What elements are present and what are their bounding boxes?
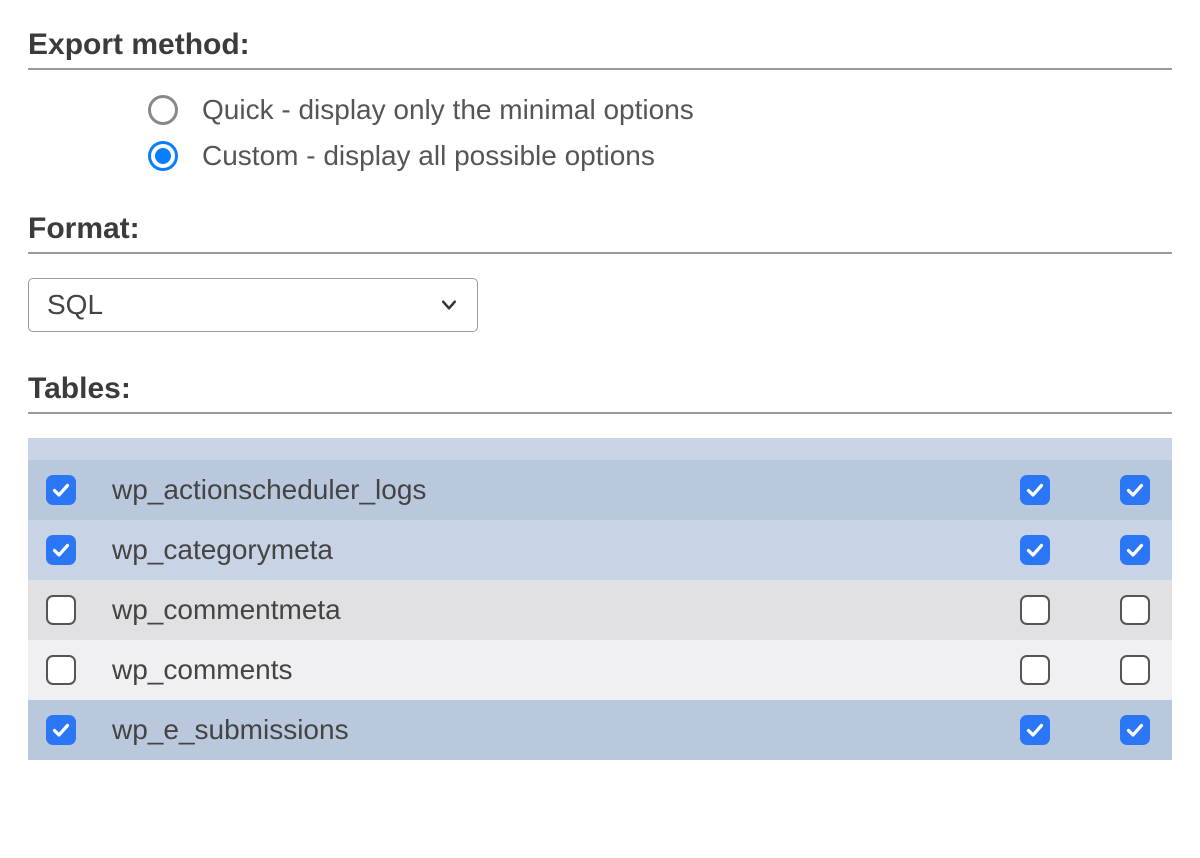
table-row[interactable]: wp_e_submissions <box>28 700 1172 760</box>
table-row[interactable]: wp_actionscheduler_logs <box>28 460 1172 520</box>
checkbox-structure-3[interactable] <box>1020 655 1050 685</box>
tables-heading: Tables: <box>28 372 1172 414</box>
checkmark-icon <box>1125 480 1145 500</box>
checkmark-icon <box>1025 480 1045 500</box>
checkmark-icon <box>1125 540 1145 560</box>
row-right-checks <box>1020 595 1152 625</box>
checkbox-data-3[interactable] <box>1120 655 1150 685</box>
export-method-heading: Export method: <box>28 28 1172 70</box>
checkbox-structure-4[interactable] <box>1020 715 1050 745</box>
format-select[interactable]: SQL <box>28 278 478 332</box>
checkbox-select-3[interactable] <box>46 655 76 685</box>
row-right-checks <box>1020 535 1152 565</box>
table-name: wp_actionscheduler_logs <box>94 474 1002 506</box>
checkmark-icon <box>51 480 71 500</box>
format-select-value: SQL <box>47 289 103 321</box>
radio-checked-icon[interactable] <box>148 141 178 171</box>
export-method-custom-row[interactable]: Custom - display all possible options <box>148 140 1172 172</box>
table-name: wp_categorymeta <box>94 534 1002 566</box>
checkbox-select-0[interactable] <box>46 475 76 505</box>
checkbox-data-2[interactable] <box>1120 595 1150 625</box>
table-name: wp_e_submissions <box>94 714 1002 746</box>
export-method-radio-group: Quick - display only the minimal options… <box>28 94 1172 172</box>
checkbox-select-4[interactable] <box>46 715 76 745</box>
checkbox-structure-0[interactable] <box>1020 475 1050 505</box>
checkbox-select-2[interactable] <box>46 595 76 625</box>
row-right-checks <box>1020 715 1152 745</box>
table-list-header-sliver <box>28 438 1172 460</box>
checkmark-icon <box>1125 720 1145 740</box>
checkmark-icon <box>51 540 71 560</box>
table-name: wp_commentmeta <box>94 594 1002 626</box>
checkbox-structure-2[interactable] <box>1020 595 1050 625</box>
export-method-quick-label: Quick - display only the minimal options <box>202 94 694 126</box>
checkbox-structure-1[interactable] <box>1020 535 1050 565</box>
export-method-quick-row[interactable]: Quick - display only the minimal options <box>148 94 1172 126</box>
checkbox-data-4[interactable] <box>1120 715 1150 745</box>
table-row[interactable]: wp_categorymeta <box>28 520 1172 580</box>
checkbox-select-1[interactable] <box>46 535 76 565</box>
tables-list: wp_actionscheduler_logs wp_categorymetawp… <box>28 438 1172 760</box>
format-heading: Format: <box>28 212 1172 254</box>
table-name: wp_comments <box>94 654 1002 686</box>
checkmark-icon <box>1025 540 1045 560</box>
checkbox-data-1[interactable] <box>1120 535 1150 565</box>
export-method-custom-label: Custom - display all possible options <box>202 140 655 172</box>
radio-unchecked-icon[interactable] <box>148 95 178 125</box>
chevron-down-icon <box>439 295 459 315</box>
checkbox-data-0[interactable] <box>1120 475 1150 505</box>
table-row[interactable]: wp_comments <box>28 640 1172 700</box>
checkmark-icon <box>51 720 71 740</box>
row-right-checks <box>1020 475 1152 505</box>
row-right-checks <box>1020 655 1152 685</box>
checkmark-icon <box>1025 720 1045 740</box>
table-row[interactable]: wp_commentmeta <box>28 580 1172 640</box>
